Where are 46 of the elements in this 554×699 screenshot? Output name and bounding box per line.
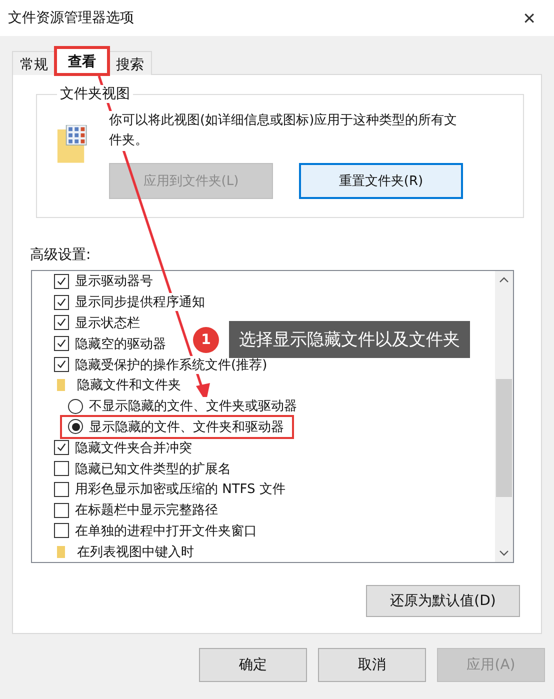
check-icon bbox=[56, 317, 67, 328]
folder-icon bbox=[56, 544, 66, 559]
checkbox[interactable] bbox=[54, 336, 69, 352]
option-label: 隐藏已知文件类型的扩展名 bbox=[75, 460, 231, 478]
option-label: 在单独的进程中打开文件夹窗口 bbox=[75, 522, 257, 540]
checkbox[interactable] bbox=[54, 274, 69, 289]
scroll-down-icon[interactable] bbox=[499, 550, 509, 556]
dialog-button[interactable]: 确定 bbox=[199, 648, 307, 682]
section-label: 高级设置: bbox=[30, 246, 92, 264]
close-button[interactable]: ✕ bbox=[514, 4, 544, 32]
folder-icon bbox=[57, 125, 89, 165]
check-icon bbox=[56, 296, 67, 308]
option-label: 隐藏受保护的操作系统文件(推荐) bbox=[75, 356, 268, 374]
group-label: 在列表视图中键入时 bbox=[77, 542, 194, 561]
scroll-thumb[interactable] bbox=[496, 379, 512, 497]
folder-icon bbox=[56, 378, 66, 392]
checkbox[interactable] bbox=[54, 461, 69, 476]
check-icon bbox=[56, 359, 67, 370]
tab[interactable]: 查看 bbox=[55, 47, 109, 75]
tab[interactable]: 常规 bbox=[12, 51, 56, 75]
option-label: 显示隐藏的文件、文件夹和驱动器 bbox=[89, 418, 284, 436]
dialog-button[interactable]: 取消 bbox=[318, 648, 426, 682]
radio-button[interactable] bbox=[68, 419, 83, 434]
annotation-tooltip: 选择显示隐藏文件以及文件夹 bbox=[229, 321, 470, 358]
checkbox[interactable] bbox=[54, 482, 69, 497]
window-title: 文件资源管理器选项 bbox=[8, 9, 134, 27]
check-icon bbox=[56, 276, 67, 287]
folder-view-button[interactable]: 重置文件夹(R) bbox=[299, 163, 463, 199]
check-icon bbox=[56, 442, 67, 454]
check-icon bbox=[56, 338, 67, 350]
option-label: 显示同步提供程序通知 bbox=[75, 293, 205, 312]
checkbox[interactable] bbox=[54, 502, 69, 518]
option-label: 隐藏文件夹合并冲突 bbox=[75, 438, 192, 457]
scroll-up-icon[interactable] bbox=[499, 277, 509, 283]
option-label: 隐藏空的驱动器 bbox=[75, 334, 166, 353]
checkbox[interactable] bbox=[54, 294, 69, 310]
tab[interactable]: 搜索 bbox=[108, 51, 152, 75]
checkbox[interactable] bbox=[54, 523, 69, 538]
scrollbar[interactable] bbox=[495, 271, 513, 562]
checkbox[interactable] bbox=[54, 315, 69, 330]
checkbox[interactable] bbox=[54, 440, 69, 456]
option-label: 用彩色显示加密或压缩的 NTFS 文件 bbox=[75, 480, 286, 498]
restore-defaults-button[interactable]: 还原为默认值(D) bbox=[366, 585, 520, 617]
radio-button[interactable] bbox=[68, 398, 83, 414]
checkbox[interactable] bbox=[54, 357, 69, 372]
option-label: 显示状态栏 bbox=[75, 314, 140, 332]
